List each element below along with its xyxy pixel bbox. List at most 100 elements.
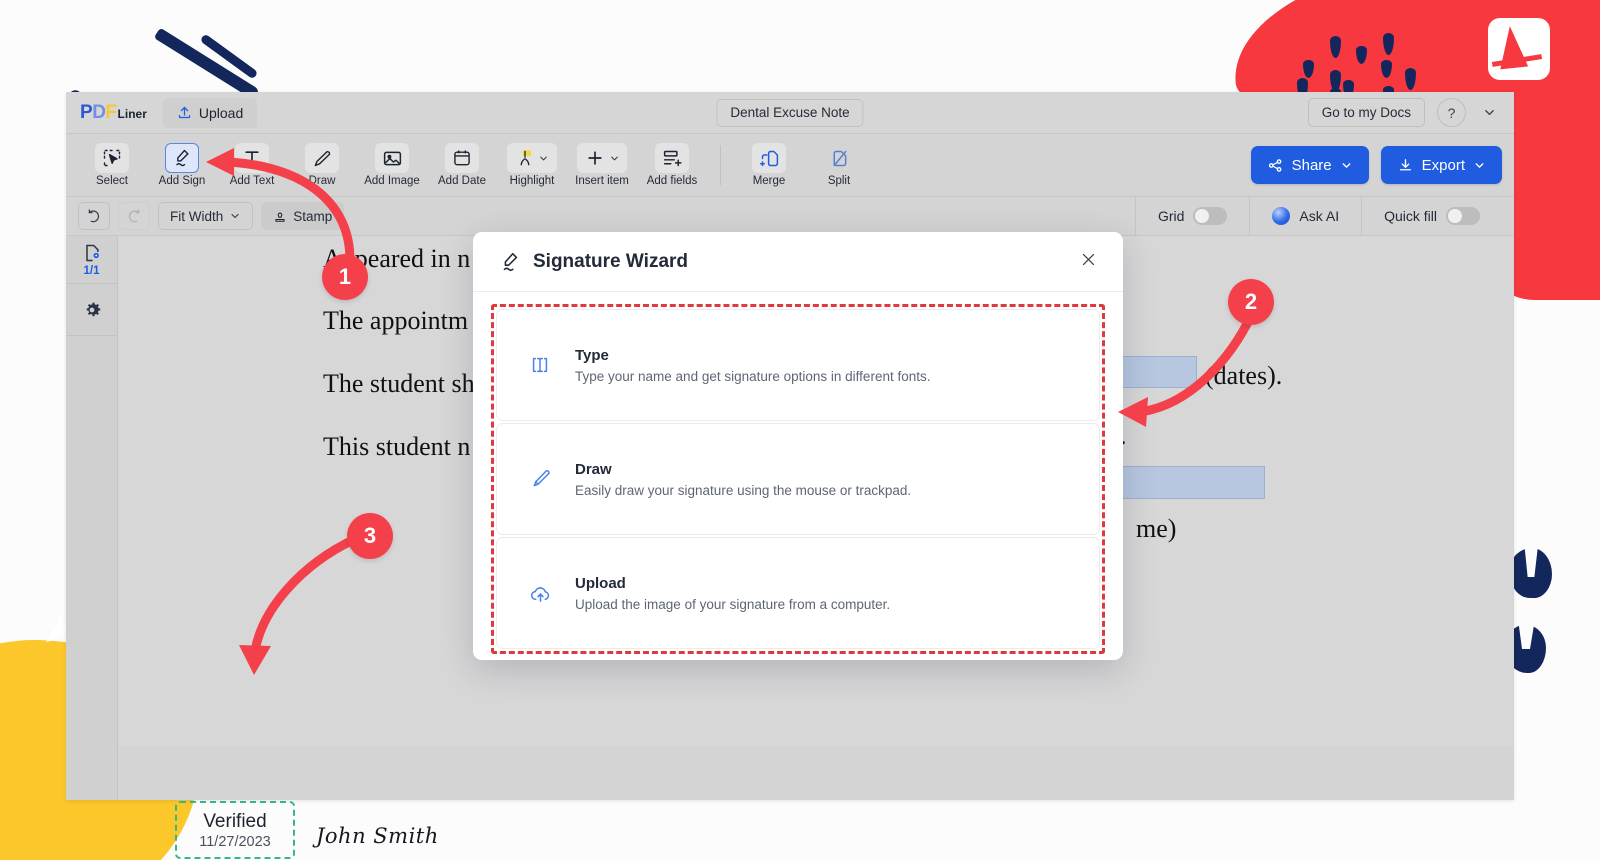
toggle-knob: [1195, 209, 1210, 223]
text-t-icon: [245, 151, 259, 166]
tool-icon-wrap: [655, 143, 689, 173]
logo-word-liner: Liner: [117, 106, 147, 121]
ink-blob-decoration: [1510, 548, 1552, 598]
tool-select[interactable]: Select: [78, 137, 146, 193]
modal-close-button[interactable]: [1080, 251, 1097, 272]
verified-label: Verified: [203, 810, 267, 832]
secondary-toolbar: Fit Width Stamp Grid Ask AI Quick fill: [66, 196, 1514, 236]
chevron-down-icon: [1475, 162, 1484, 168]
chevron-down-icon: [610, 156, 618, 160]
text-cursor-icon: [532, 357, 548, 373]
ask-ai-label: Ask AI: [1299, 208, 1340, 224]
toggle-knob: [1448, 209, 1462, 223]
ai-orb-icon: [1272, 207, 1291, 225]
redo-button[interactable]: [118, 202, 150, 230]
form-fields-icon: [663, 150, 682, 166]
signature-option-draw[interactable]: Draw Easily draw your signature using th…: [496, 423, 1100, 535]
ink-drip-icon: [1303, 60, 1314, 78]
settings-panel-button[interactable]: [65, 284, 118, 336]
signature-text[interactable]: John Smith: [316, 824, 439, 848]
left-rail: 1/1: [65, 236, 118, 800]
gear-icon: [86, 302, 100, 316]
share-button[interactable]: Share: [1250, 146, 1369, 184]
document-fragment: me): [1136, 514, 1177, 543]
tool-add-image[interactable]: Add Image: [358, 137, 426, 193]
tool-add-sign[interactable]: Add Sign: [148, 137, 216, 193]
tool-merge[interactable]: Merge: [735, 137, 803, 193]
tool-label: Add fields: [646, 175, 698, 187]
signature-option-type[interactable]: Type Type your name and get signature op…: [496, 309, 1100, 421]
tool-icon-wrap: [822, 143, 856, 173]
undo-button[interactable]: [78, 202, 110, 230]
modal-body: Type Type your name and get signature op…: [473, 292, 1123, 670]
pdf-logo-decoration: [1488, 18, 1550, 80]
option-text-wrap: Draw Easily draw your signature using th…: [575, 461, 911, 498]
ink-stroke-decoration: [153, 27, 261, 101]
page-thumbnail-icon: [85, 244, 99, 262]
header-menu-chevron[interactable]: [1478, 102, 1500, 124]
toolbar-divider: [720, 145, 721, 185]
tool-label: Select: [96, 175, 128, 187]
quick-fill-label: Quick fill: [1384, 208, 1437, 224]
pen-draw-icon: [314, 151, 331, 167]
ink-drip-icon: [1330, 70, 1341, 92]
verified-date: 11/27/2023: [199, 833, 271, 850]
signature-option-upload[interactable]: Upload Upload the image of your signatur…: [496, 537, 1100, 649]
form-field-box[interactable]: [1120, 356, 1197, 388]
ink-stroke-decoration: [199, 33, 259, 80]
option-description: Type your name and get signature options…: [575, 368, 931, 384]
upload-button[interactable]: Upload: [162, 97, 258, 128]
tool-draw[interactable]: Draw: [288, 137, 356, 193]
document-line: This student n: [323, 432, 471, 461]
zoom-level-select[interactable]: Fit Width: [158, 202, 254, 230]
grid-toggle[interactable]: [1193, 207, 1228, 225]
export-button[interactable]: Export: [1380, 146, 1502, 184]
brush-icon: [533, 470, 550, 487]
tool-icon-wrap: [305, 143, 339, 173]
ink-drip-icon: [1383, 33, 1394, 55]
tool-add-date[interactable]: Add Date: [428, 137, 496, 193]
image-icon: [383, 151, 401, 165]
quick-fill-group[interactable]: Quick fill: [1361, 196, 1502, 236]
document-title[interactable]: Dental Excuse Note: [716, 98, 864, 127]
tool-highlight[interactable]: Highlight: [498, 137, 566, 193]
chevron-down-icon: [231, 213, 239, 219]
tool-add-text[interactable]: Add Text: [218, 137, 286, 193]
verified-stamp[interactable]: Verified 11/27/2023: [175, 801, 295, 859]
tool-add-fields[interactable]: Add fields: [638, 137, 706, 193]
stamp-button[interactable]: Stamp: [261, 202, 345, 230]
form-field-box[interactable]: [1120, 466, 1265, 499]
calendar-icon: [454, 150, 470, 166]
tool-split[interactable]: Split: [805, 137, 873, 193]
pages-panel-button[interactable]: 1/1: [65, 236, 118, 284]
quick-fill-toggle[interactable]: [1446, 207, 1480, 225]
document-line: The student sh: [323, 369, 475, 398]
cursor-select-icon: [103, 149, 121, 167]
close-icon: [1082, 253, 1095, 266]
undo-icon: [88, 209, 100, 223]
callout-badge-3: 3: [347, 513, 393, 559]
option-icon-wrap: [525, 582, 555, 605]
ask-ai-group[interactable]: Ask AI: [1249, 196, 1361, 236]
app-header: P D F Liner Upload Dental Excuse Note Go…: [66, 92, 1514, 134]
ink-drip-icon: [1381, 60, 1392, 78]
share-label: Share: [1291, 156, 1332, 174]
tool-label: Highlight: [509, 175, 555, 187]
help-button[interactable]: ?: [1437, 98, 1466, 127]
signature-wizard-modal: Signature Wizard Type Type your name and…: [473, 232, 1123, 660]
stamp-label: Stamp: [293, 208, 333, 224]
option-text-wrap: Upload Upload the image of your signatur…: [575, 575, 890, 612]
go-to-my-docs-button[interactable]: Go to my Docs: [1307, 98, 1425, 127]
option-description: Upload the image of your signature from …: [575, 596, 891, 612]
tool-label: Add Sign: [158, 175, 206, 187]
upload-icon: [178, 106, 190, 119]
stamp-icon: [275, 212, 285, 222]
modal-title: Signature Wizard: [533, 250, 689, 272]
tool-icon-wrap: [445, 143, 479, 173]
toolbar-primary-actions: Share Export: [1250, 146, 1502, 184]
split-pages-icon: [833, 150, 846, 166]
tool-insert-item[interactable]: Insert item: [568, 137, 636, 193]
modal-header: Signature Wizard: [473, 232, 1123, 292]
plus-icon: [587, 151, 602, 165]
grid-toggle-group[interactable]: Grid: [1134, 196, 1249, 236]
